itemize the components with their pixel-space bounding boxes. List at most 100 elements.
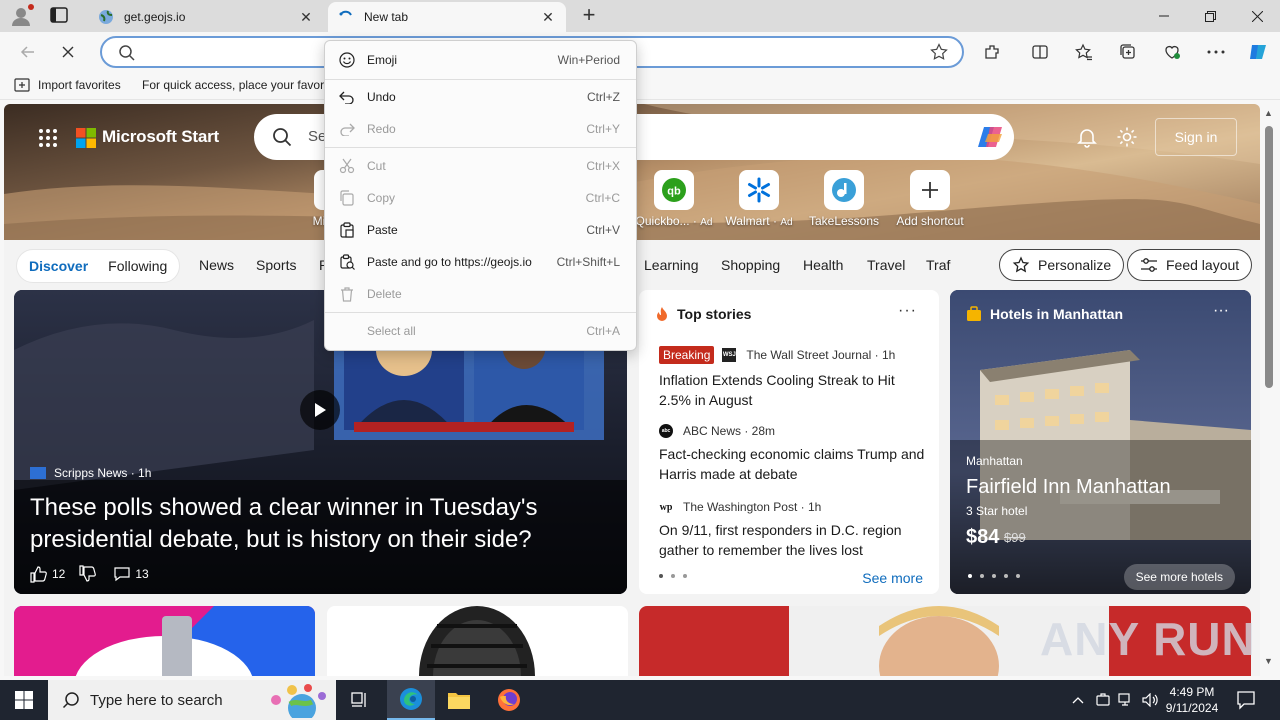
back-button[interactable]: [16, 40, 40, 64]
menu-item-paste[interactable]: Paste Ctrl+V: [329, 215, 632, 245]
comment-icon[interactable]: [113, 565, 131, 583]
menu-item-undo[interactable]: Undo Ctrl+Z: [329, 82, 632, 112]
copilot-search-icon[interactable]: [976, 122, 1006, 152]
search-icon: [273, 128, 292, 147]
story-source: The Washington Post · 1h: [683, 500, 822, 514]
scroll-up-icon[interactable]: ▲: [1264, 108, 1273, 118]
more-options-icon[interactable]: ···: [1213, 302, 1229, 320]
more-options-icon[interactable]: ···: [898, 302, 917, 320]
menu-item-cut[interactable]: Cut Ctrl+X: [329, 151, 632, 181]
network-icon[interactable]: [1116, 680, 1136, 720]
story-source: The Wall Street Journal · 1h: [746, 348, 896, 362]
category-traffic[interactable]: Traf: [926, 257, 950, 273]
personalize-button[interactable]: Personalize: [999, 249, 1125, 281]
shortcut-walmart[interactable]: Walmart · Ad: [719, 170, 799, 228]
settings-gear-icon[interactable]: [1116, 126, 1138, 151]
feed-card[interactable]: [14, 606, 315, 676]
shortcut-takelessons[interactable]: TakeLessons: [804, 170, 884, 228]
taskbar-search-box[interactable]: Type here to search: [48, 680, 336, 720]
see-more-hotels-button[interactable]: See more hotels: [1123, 564, 1235, 590]
category-travel[interactable]: Travel: [867, 257, 905, 273]
copilot-icon[interactable]: [1246, 40, 1270, 64]
collections-icon[interactable]: [1116, 40, 1140, 64]
menu-item-emoji[interactable]: Emoji Win+Period: [329, 45, 632, 75]
close-window-button[interactable]: [1234, 0, 1280, 32]
microsoft-logo-icon[interactable]: [76, 128, 96, 148]
story-title[interactable]: On 9/11, first responders in D.C. region…: [659, 520, 929, 560]
category-news[interactable]: News: [199, 257, 234, 273]
restore-button[interactable]: [1187, 0, 1233, 32]
see-more-link[interactable]: See more: [862, 570, 923, 586]
fire-icon: [657, 307, 667, 321]
tab-discover[interactable]: Discover: [29, 258, 88, 274]
split-screen-icon[interactable]: [1028, 40, 1052, 64]
menu-item-paste-and-go[interactable]: Paste and go to https://geojs.io Ctrl+Sh…: [329, 247, 632, 277]
search-highlight-image: [271, 684, 326, 718]
favorite-star-icon[interactable]: [930, 43, 948, 61]
new-tab-button[interactable]: +: [578, 4, 600, 27]
story-title[interactable]: Fact-checking economic claims Trump and …: [659, 444, 929, 484]
page-scrollbar[interactable]: ▲ ▼: [1262, 104, 1276, 676]
import-favorites-label: Import favorites: [38, 78, 121, 92]
add-shortcut-icon: [910, 170, 950, 210]
category-sports[interactable]: Sports: [256, 257, 296, 273]
tab-geojs[interactable]: get.geojs.io ✕: [88, 2, 324, 32]
menu-item-delete[interactable]: Delete: [329, 279, 632, 309]
menu-item-copy[interactable]: Copy Ctrl+C: [329, 183, 632, 213]
feed-card[interactable]: [327, 606, 628, 676]
shortcut-quickbooks[interactable]: qb Quickbo... · Ad: [634, 170, 714, 228]
brand-title[interactable]: Microsoft Start: [102, 127, 219, 147]
pagination-dots[interactable]: [659, 574, 695, 578]
firefox-icon[interactable]: [485, 680, 533, 720]
security-tray-icon[interactable]: [1094, 680, 1112, 720]
scroll-down-icon[interactable]: ▼: [1264, 656, 1273, 666]
sign-in-button[interactable]: Sign in: [1155, 118, 1237, 156]
task-view-icon[interactable]: [336, 680, 384, 720]
tab-actions-icon[interactable]: [50, 7, 70, 25]
volume-icon[interactable]: [1140, 680, 1160, 720]
file-explorer-icon[interactable]: [435, 680, 483, 720]
notifications-bell-icon[interactable]: [1076, 126, 1098, 151]
edge-taskbar-icon[interactable]: [387, 680, 435, 720]
tab-new-tab[interactable]: New tab ✕: [328, 2, 566, 32]
browser-essentials-icon[interactable]: [1160, 40, 1184, 64]
app-launcher-icon[interactable]: [38, 128, 58, 148]
menu-item-redo[interactable]: Redo Ctrl+Y: [329, 114, 632, 144]
category-shopping[interactable]: Shopping: [721, 257, 780, 273]
tab-close-icon[interactable]: ✕: [540, 9, 556, 25]
pagination-dots[interactable]: [968, 574, 1028, 578]
thumbs-up-icon[interactable]: [30, 565, 48, 583]
story-item[interactable]: Breaking WSJ The Wall Street Journal · 1…: [659, 346, 929, 410]
feed-layout-button[interactable]: Feed layout: [1127, 249, 1253, 281]
story-item[interactable]: wp The Washington Post · 1h On 9/11, fir…: [659, 500, 929, 560]
product-image: [14, 606, 315, 676]
category-health[interactable]: Health: [803, 257, 843, 273]
thumbs-down-icon[interactable]: [79, 565, 97, 583]
more-options-icon[interactable]: [1204, 40, 1228, 64]
stop-loading-button[interactable]: [56, 40, 80, 64]
start-button[interactable]: [0, 680, 48, 720]
scroll-thumb[interactable]: [1265, 126, 1273, 388]
story-title[interactable]: Inflation Extends Cooling Streak to Hit …: [659, 370, 929, 410]
tab-following[interactable]: Following: [108, 258, 167, 274]
feature-headline[interactable]: These polls showed a clear winner in Tue…: [30, 492, 610, 556]
import-favorites-button[interactable]: Import favorites: [14, 78, 121, 92]
story-item[interactable]: abc ABC News · 28m Fact-checking economi…: [659, 424, 929, 484]
minimize-button[interactable]: [1141, 0, 1187, 32]
category-learning[interactable]: Learning: [644, 257, 699, 273]
menu-separator: [325, 79, 636, 80]
show-hidden-icons[interactable]: [1068, 680, 1088, 720]
system-clock[interactable]: 4:49 PM 9/11/2024: [1160, 684, 1224, 716]
favorites-icon[interactable]: [1072, 40, 1096, 64]
suitcase-icon: [967, 306, 981, 321]
play-video-icon[interactable]: [300, 390, 340, 430]
notification-center-icon[interactable]: [1236, 690, 1256, 713]
shortcut-add[interactable]: Add shortcut: [890, 170, 970, 228]
hotels-card[interactable]: Hotels in Manhattan ··· Manhattan Fairfi…: [950, 290, 1251, 594]
menu-item-shortcut: Ctrl+C: [585, 191, 620, 205]
hotel-name[interactable]: Fairfield Inn Manhattan: [966, 476, 1171, 499]
menu-item-select-all[interactable]: Select all Ctrl+A: [329, 316, 632, 346]
undo-icon: [337, 87, 357, 107]
extensions-icon[interactable]: [980, 40, 1004, 64]
tab-close-icon[interactable]: ✕: [298, 9, 314, 25]
